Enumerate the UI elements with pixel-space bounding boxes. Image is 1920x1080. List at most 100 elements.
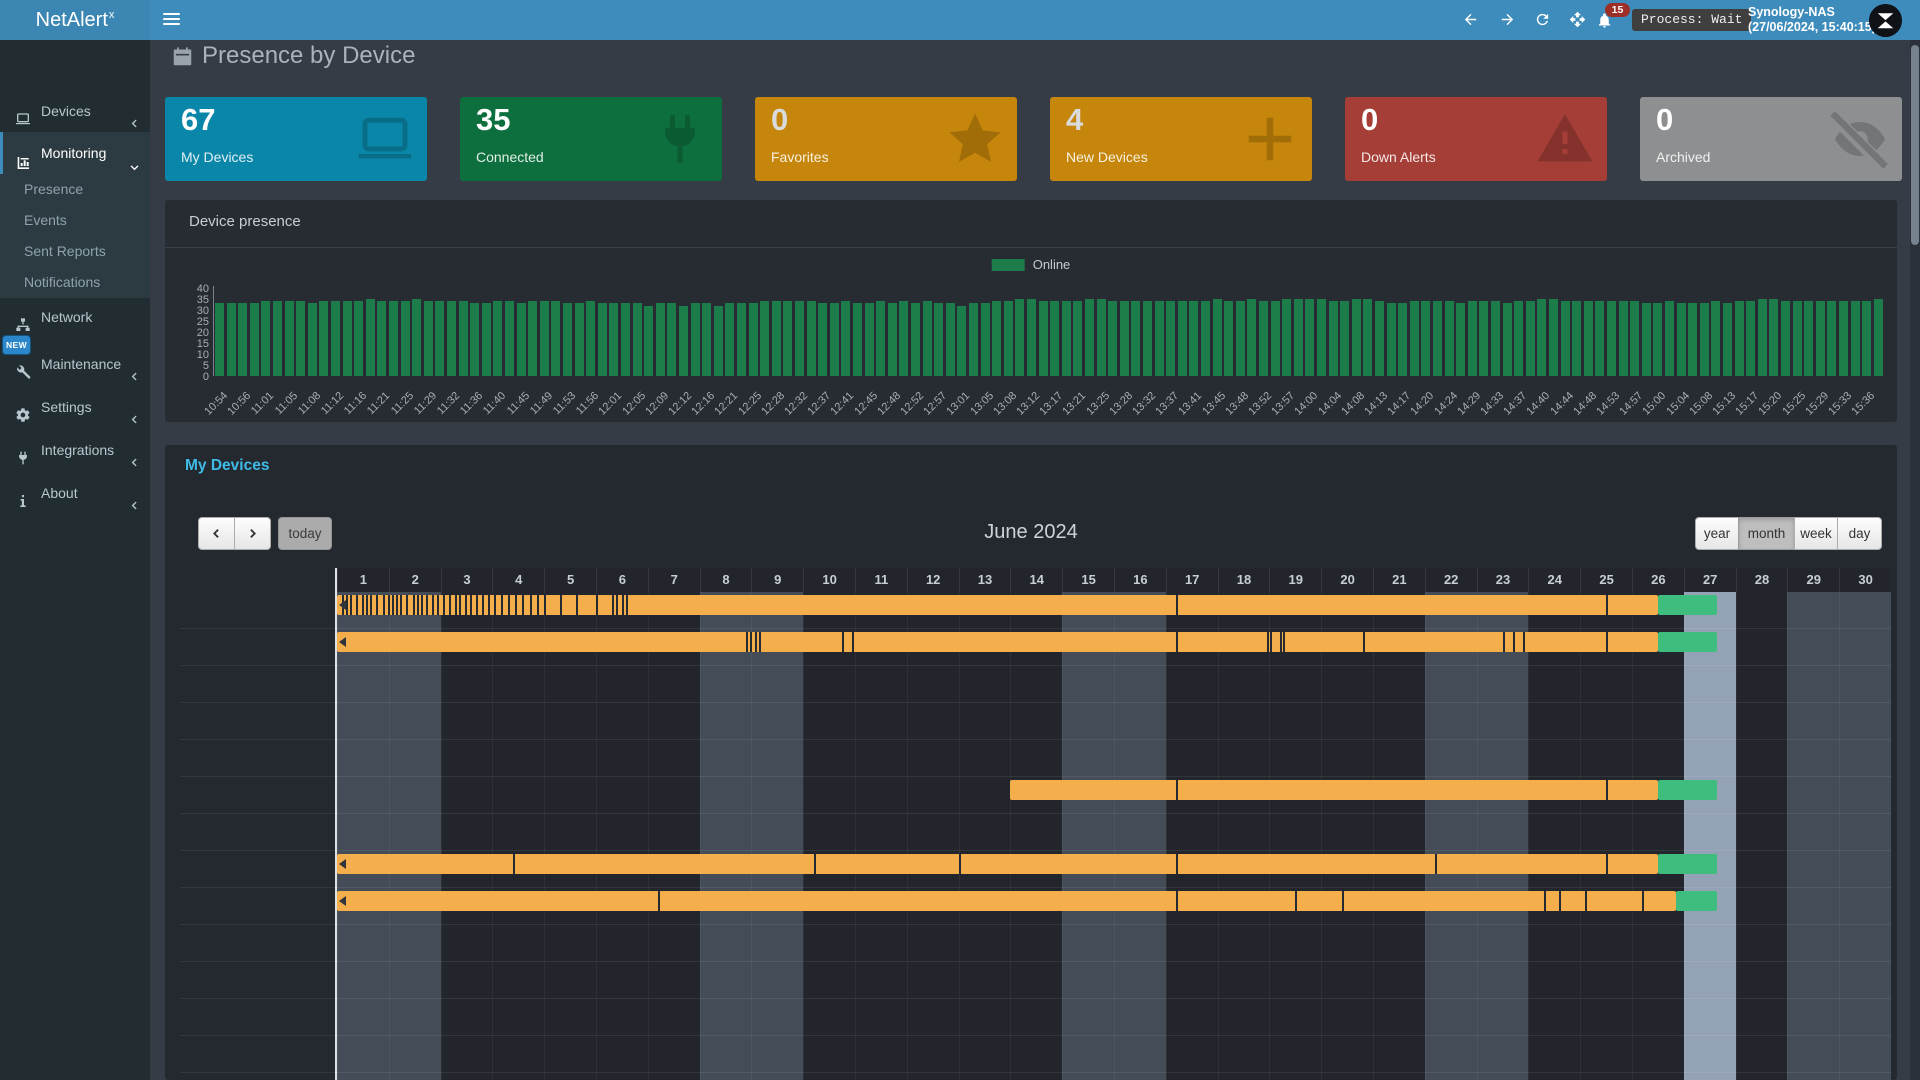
presence-event-bar[interactable] (337, 891, 1676, 911)
calendar-cell[interactable] (1736, 925, 1788, 962)
calendar-cell[interactable] (1580, 1036, 1632, 1073)
day-header-2[interactable]: 2 (389, 568, 441, 592)
calendar-cell[interactable] (1580, 703, 1632, 740)
chart-bar[interactable] (923, 301, 932, 376)
chart-bar[interactable] (1665, 301, 1674, 376)
calendar-cell[interactable] (337, 703, 389, 740)
chart-bar[interactable] (725, 303, 734, 376)
calendar-cell[interactable] (1425, 1073, 1477, 1080)
calendar-cell[interactable] (1528, 703, 1580, 740)
calendar-cell[interactable] (596, 740, 648, 777)
calendar-cell[interactable] (855, 999, 907, 1036)
calendar-cell[interactable] (1269, 962, 1321, 999)
calendar-cell[interactable] (441, 1036, 493, 1073)
chart-bar[interactable] (1073, 301, 1082, 376)
calendar-cell[interactable] (1736, 888, 1788, 925)
calendar-cell[interactable] (803, 777, 855, 814)
chart-bar[interactable] (1677, 303, 1686, 376)
day-header-6[interactable]: 6 (596, 568, 648, 592)
calendar-cell[interactable] (1839, 740, 1891, 777)
chart-bar[interactable] (1537, 299, 1546, 376)
chart-bar[interactable] (1607, 301, 1616, 376)
chart-bar[interactable] (412, 299, 421, 376)
stat-card-down-alerts[interactable]: 0Down Alerts (1345, 97, 1607, 181)
chart-bar[interactable] (1387, 303, 1396, 376)
calendar-cell[interactable] (1010, 1036, 1062, 1073)
stat-card-archived[interactable]: 0Archived (1640, 97, 1902, 181)
calendar-cell[interactable] (700, 962, 752, 999)
day-header-27[interactable]: 27 (1684, 568, 1736, 592)
chart-bar[interactable] (679, 306, 688, 376)
presence-event-bar[interactable] (337, 632, 1658, 652)
chart-bar[interactable] (1085, 299, 1094, 376)
calendar-cell[interactable] (1477, 666, 1529, 703)
stat-card-connected[interactable]: 35Connected (460, 97, 722, 181)
nav-refresh-button[interactable] (1531, 8, 1555, 32)
calendar-cell[interactable] (389, 666, 441, 703)
calendar-cell[interactable] (1010, 925, 1062, 962)
chart-bar[interactable] (389, 301, 398, 376)
chart-bar[interactable] (1642, 303, 1651, 376)
calendar-cell[interactable] (1425, 740, 1477, 777)
calendar-cell[interactable] (855, 925, 907, 962)
calendar-cell[interactable] (648, 777, 700, 814)
calendar-cell[interactable] (1010, 814, 1062, 851)
chart-bar[interactable] (1514, 301, 1523, 376)
calendar-cell[interactable] (1218, 814, 1270, 851)
day-header-28[interactable]: 28 (1736, 568, 1788, 592)
calendar-cell[interactable] (1218, 666, 1270, 703)
day-header-19[interactable]: 19 (1269, 568, 1321, 592)
chart-bar[interactable] (702, 303, 711, 376)
calendar-cell[interactable] (1373, 814, 1425, 851)
chart-bar[interactable] (1143, 301, 1152, 376)
chart-bar[interactable] (1700, 303, 1709, 376)
chart-bar[interactable] (528, 301, 537, 376)
chart-bar[interactable] (285, 301, 294, 376)
calendar-cell[interactable] (1787, 999, 1839, 1036)
calendar-cell[interactable] (1684, 925, 1736, 962)
chart-bar[interactable] (946, 303, 955, 376)
calendar-cell[interactable] (1477, 814, 1529, 851)
calendar-cell[interactable] (855, 666, 907, 703)
chart-bar[interactable] (1259, 301, 1268, 376)
chart-bar[interactable] (227, 303, 236, 376)
calendar-cell[interactable] (1218, 1036, 1270, 1073)
calendar-cell[interactable] (1321, 703, 1373, 740)
chart-bar[interactable] (1236, 301, 1245, 376)
calendar-cell[interactable] (1477, 962, 1529, 999)
day-header-13[interactable]: 13 (959, 568, 1011, 592)
calendar-cell[interactable] (1632, 814, 1684, 851)
calendar-cell[interactable] (1684, 999, 1736, 1036)
calendar-cell[interactable] (337, 925, 389, 962)
calendar-cell[interactable] (1684, 703, 1736, 740)
chart-bar[interactable] (934, 303, 943, 376)
nav-maximize-button[interactable] (1566, 8, 1590, 32)
calendar-cell[interactable] (1269, 740, 1321, 777)
calendar-cell[interactable] (1114, 740, 1166, 777)
chart-bar[interactable] (1178, 301, 1187, 376)
calendar-cell[interactable] (1839, 1036, 1891, 1073)
calendar-cell[interactable] (803, 703, 855, 740)
chart-bar[interactable] (343, 301, 352, 376)
calendar-cell[interactable] (855, 1073, 907, 1080)
calendar-cell[interactable] (1477, 999, 1529, 1036)
calendar-cell[interactable] (1580, 666, 1632, 703)
chart-bar[interactable] (435, 301, 444, 376)
calendar-cell[interactable] (1839, 703, 1891, 740)
calendar-cell[interactable] (855, 1036, 907, 1073)
chart-bar[interactable] (401, 301, 410, 376)
calendar-cell[interactable] (803, 962, 855, 999)
sidebar-subitem-presence[interactable]: Presence (0, 174, 150, 205)
calendar-cell[interactable] (1218, 740, 1270, 777)
chart-bar[interactable] (447, 301, 456, 376)
calendar-cell[interactable] (959, 999, 1011, 1036)
calendar-cell[interactable] (1684, 1036, 1736, 1073)
chart-bar[interactable] (1862, 301, 1871, 376)
calendar-cell[interactable] (1010, 1073, 1062, 1080)
chart-bar[interactable] (1874, 299, 1883, 376)
calendar-cell[interactable] (907, 740, 959, 777)
calendar-cell[interactable] (1684, 814, 1736, 851)
calendar-cell[interactable] (648, 703, 700, 740)
calendar-cell[interactable] (1166, 999, 1218, 1036)
calendar-cell[interactable] (1736, 1073, 1788, 1080)
